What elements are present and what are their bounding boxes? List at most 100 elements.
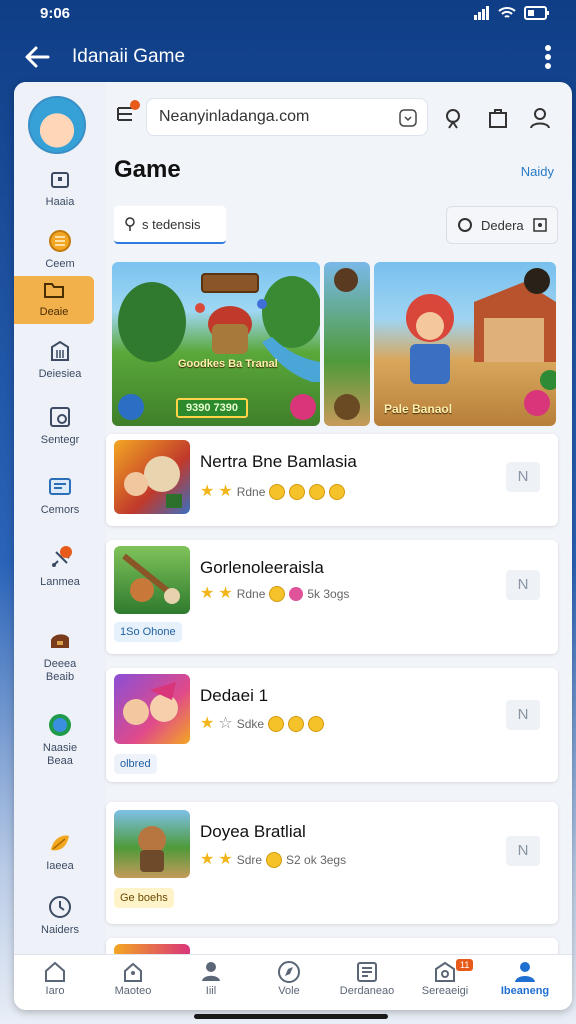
sidebar-item-label: Sentegr [40, 434, 80, 446]
sidebar-item-deaie[interactable]: Deaie [14, 276, 94, 324]
signal-icon [474, 6, 489, 20]
avatar[interactable] [28, 96, 86, 154]
nav-label: Iiil [205, 985, 217, 997]
nav-item-iiil[interactable]: Iiil [176, 959, 246, 997]
coin-icon [269, 484, 286, 500]
game-title: Nertra Bne Bamlasia [200, 452, 357, 471]
nav-item-ibeaneng[interactable]: Ibeaneng [490, 959, 560, 997]
sidebar-item-naiders[interactable]: Naiders [14, 894, 106, 944]
coin-icon [308, 716, 325, 732]
news-icon [357, 962, 377, 982]
list-item[interactable]: Dedaei 1 ★ ☆ Sdke olbred N [106, 668, 558, 782]
home-icon [45, 961, 65, 982]
game-title: Doyea Bratlial [200, 822, 306, 841]
bag-icon[interactable] [486, 106, 510, 130]
monitor-icon [49, 478, 71, 495]
rating-text: Rdne [236, 587, 266, 601]
game-action-button[interactable]: N [506, 462, 540, 492]
featured-game-title: Goodkes Ba Tranal [178, 358, 278, 370]
back-arrow-icon[interactable] [22, 42, 52, 72]
sidebar-item-label: Naasie Beaa [42, 742, 78, 767]
game-extra: S2 ok 3egs [286, 853, 347, 867]
coin-icon [49, 230, 71, 252]
star-outline-icon: ☆ [218, 715, 233, 732]
sidebar-item-sentegr[interactable]: Sentegr [14, 404, 106, 454]
coin-icon [269, 586, 286, 602]
nav-label: Iaro [45, 985, 65, 997]
nav-label: Ibeaneng [500, 985, 550, 997]
game-rating: ★ ★ Rdne 5k 3ogs [200, 586, 349, 602]
sidebar-item-label: Deiesiea [38, 368, 82, 380]
clear-search-icon[interactable] [399, 109, 417, 127]
star-icon: ★ [218, 585, 233, 602]
featured-game-title: Pale Banaol [384, 402, 453, 416]
sidebar-item-label: Iaeea [46, 860, 74, 872]
nav-item-iaro[interactable]: Iaro [20, 959, 90, 997]
nav-label: Vole [278, 985, 300, 997]
game-thumbnail [114, 440, 190, 514]
game-thumbnail [114, 810, 190, 878]
game-rating: ★ ★ Rdne [200, 483, 346, 500]
more-vertical-icon[interactable] [544, 44, 552, 70]
featured-game-card[interactable]: Goodkes Ba Tranal 9390 7390 [112, 262, 320, 426]
game-thumbnail [114, 546, 190, 614]
featured-banner: Goodkes Ba Tranal 9390 7390 Pale Banaol [112, 262, 556, 426]
house-outline-icon [124, 962, 142, 982]
game-action-button[interactable]: N [506, 570, 540, 600]
search-box[interactable] [146, 98, 428, 136]
star-icon: ★ [200, 851, 215, 868]
home-indicator[interactable] [194, 1014, 388, 1019]
sidebar-item-naasie[interactable]: Naasie Beaa [14, 712, 106, 767]
sort-button[interactable]: Dedera [446, 206, 558, 244]
sidebar: Haaia Ceem Deaie Deiesiea Sentegr Cemors… [14, 82, 106, 954]
building-icon [51, 340, 69, 361]
person-icon [202, 962, 220, 981]
sidebar-item-label: Haaia [45, 196, 75, 208]
sidebar-item-iaeea[interactable]: Iaeea [14, 830, 106, 880]
heart-icon[interactable] [524, 390, 550, 416]
heart-icon[interactable] [290, 394, 316, 420]
filter-tab[interactable]: s tedensis [114, 206, 226, 244]
sidebar-item-lanmea[interactable]: Lanmea [14, 546, 106, 596]
search-input[interactable] [157, 107, 391, 127]
filter-tab-label: s tedensis [142, 217, 201, 232]
star-icon: ★ [200, 715, 215, 732]
coin-icon [266, 852, 283, 868]
profile-icon[interactable] [528, 106, 552, 130]
treasure-icon [51, 634, 69, 648]
status-time: 9:06 [40, 5, 71, 22]
list-item[interactable]: Doyea Bratlial ★ ★ Sdre S2 ok 3egs Ge boe… [106, 802, 558, 924]
coin-icon [268, 716, 285, 732]
nav-item-derdaneao[interactable]: Derdaneao [332, 959, 402, 997]
list-item[interactable]: Gorlenoleeraisla ★ ★ Rdne 5k 3ogs 1So Oho… [106, 540, 558, 654]
folder-icon [44, 283, 64, 298]
sidebar-item-ceem[interactable]: Ceem [14, 228, 106, 278]
coin-icon [289, 484, 306, 500]
game-action-button[interactable]: N [506, 836, 540, 866]
game-title: Dedaei 1 [200, 686, 269, 705]
globe-icon [49, 714, 71, 736]
star-icon: ★ [200, 585, 215, 602]
rating-text: Sdke [236, 717, 265, 731]
sidebar-item-cemors[interactable]: Cemors [14, 474, 106, 524]
nav-item-sereaeigi[interactable]: 11 Sereaeigi [410, 959, 480, 997]
badge-icon [334, 394, 360, 420]
notification-badge: 11 [456, 959, 474, 971]
sort-button-label: Dedera [481, 218, 524, 233]
star-icon: ★ [200, 483, 215, 500]
see-all-link[interactable]: Naidy [521, 164, 554, 179]
nav-item-maoteo[interactable]: Maoteo [98, 959, 168, 997]
compass-icon [278, 961, 300, 983]
featured-game-card[interactable]: Pale Banaol [374, 262, 556, 426]
game-tag: Ge boehs [114, 888, 174, 908]
main-panel: Haaia Ceem Deaie Deiesiea Sentegr Cemors… [14, 82, 572, 1010]
app-bar: Idanaii Game [0, 34, 576, 80]
sidebar-item-haaia[interactable]: Haaia [14, 166, 106, 216]
search-user-icon[interactable] [442, 106, 466, 130]
list-item[interactable]: Nertra Bne Bamlasia ★ ★ Rdne N [106, 434, 558, 526]
sidebar-item-deiesiea[interactable]: Deiesiea [14, 338, 106, 388]
sidebar-item-deeea[interactable]: Deeea Beaib [14, 628, 106, 683]
featured-game-card[interactable] [324, 262, 370, 426]
nav-item-vole[interactable]: Vole [254, 959, 324, 997]
game-action-button[interactable]: N [506, 700, 540, 730]
